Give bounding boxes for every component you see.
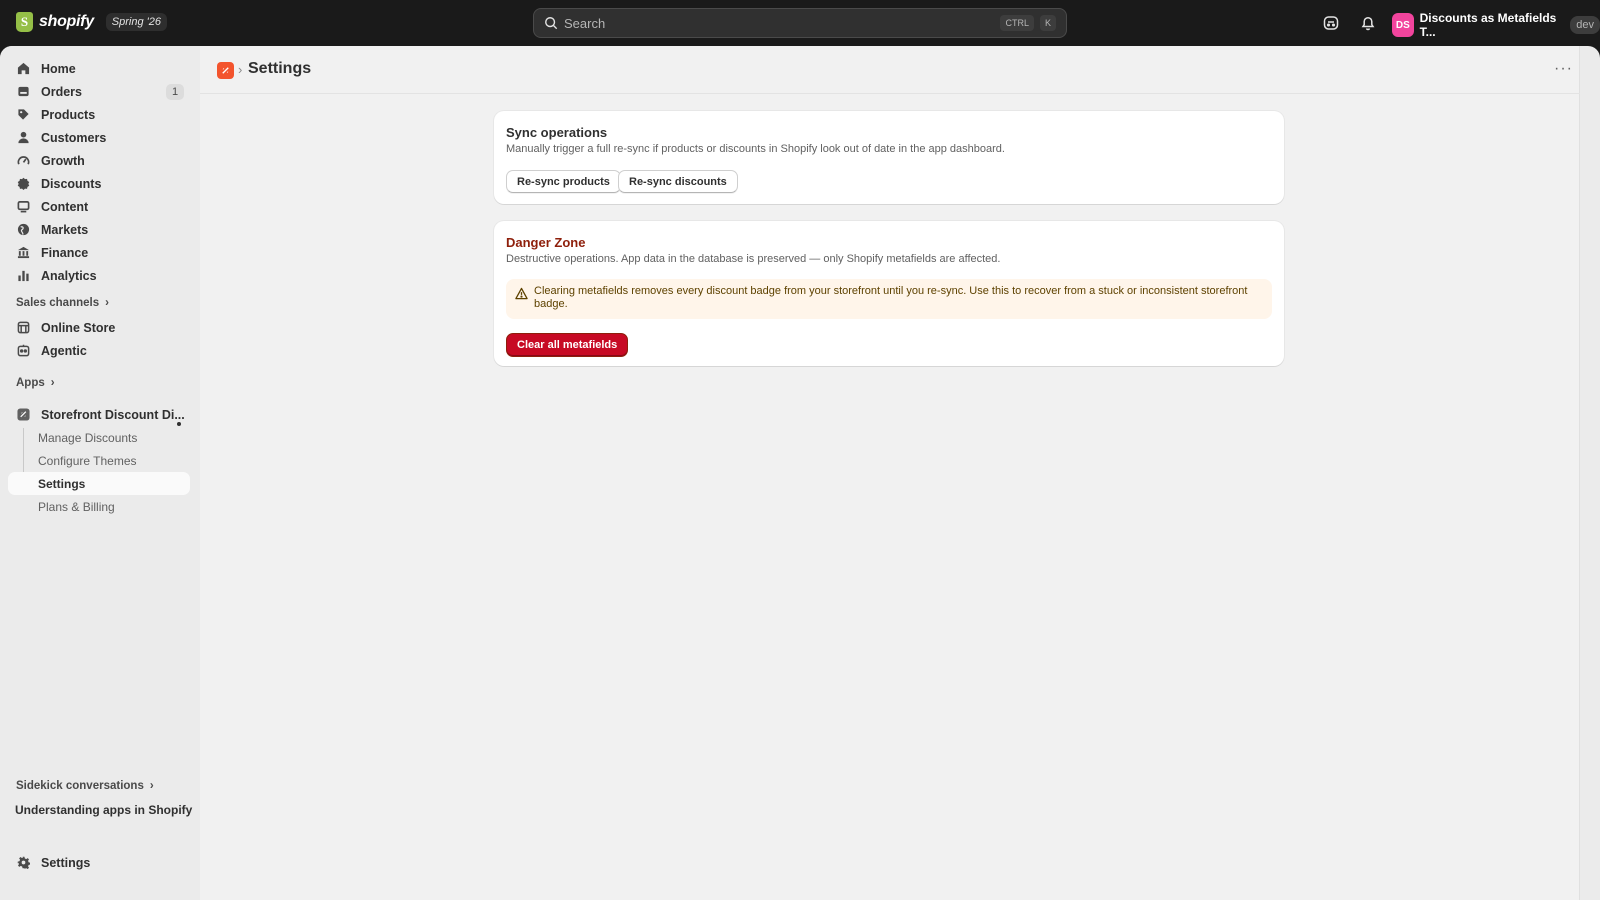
store-avatar: DS [1392, 13, 1414, 37]
bell-icon[interactable] [1359, 14, 1377, 32]
sidebar-item-growth[interactable]: Growth [8, 149, 190, 172]
sidebar-item-home[interactable]: Home [8, 57, 190, 80]
apps-section[interactable]: Apps › [16, 377, 55, 389]
sidebar-item-label: Markets [41, 222, 89, 237]
sync-operations-card: Sync operations Manually trigger a full … [494, 111, 1284, 204]
env-badge: dev [1570, 16, 1600, 34]
sidebar-item-products[interactable]: Products [8, 103, 190, 126]
sidebar-item-settings[interactable]: Settings [8, 851, 190, 874]
app-subitem-manage-discounts[interactable]: Manage Discounts [8, 426, 190, 449]
sidebar-item-customers[interactable]: Customers [8, 126, 190, 149]
warning-text-line-2: badge. [534, 298, 568, 310]
page-title: Settings [248, 60, 312, 77]
bar-chart-icon [18, 270, 29, 282]
chevron-right-icon: › [105, 297, 109, 309]
sidebar-item-content[interactable]: Content [8, 195, 190, 218]
shopify-bag-icon: S [16, 12, 33, 32]
logo-text: shopify [39, 13, 94, 30]
sidebar-item-label: Settings [41, 855, 91, 870]
search-input[interactable] [564, 15, 995, 31]
sales-channels-section[interactable]: Sales channels › [16, 297, 109, 309]
sidebar-item-finance[interactable]: Finance [8, 241, 190, 264]
breadcrumb-chevron-icon: › [238, 62, 243, 77]
chevron-right-icon: › [149, 780, 154, 792]
store-name: Discounts as Metafields T... [1419, 11, 1557, 39]
danger-zone-card: Danger Zone Destructive operations. App … [494, 221, 1284, 366]
person-icon [18, 131, 29, 144]
discount-tag-icon [222, 67, 229, 74]
sidebar-item-label: Agentic [41, 343, 87, 358]
gauge-icon [17, 156, 30, 165]
app-icon [17, 408, 30, 421]
sidekick-conversations-section[interactable]: Sidekick conversations › [16, 780, 154, 792]
store-switcher[interactable]: DS Discounts as Metafields T... dev [1392, 11, 1600, 39]
warning-banner: Clearing metafields removes every discou… [506, 279, 1272, 319]
sidebar-item-agentic[interactable]: Agentic [8, 339, 190, 362]
section-label: Apps [16, 377, 45, 389]
shortcut-ctrl: CTRL [1000, 15, 1034, 31]
section-label: Sales channels [16, 297, 100, 309]
sidekick-conversation-item[interactable]: Understanding apps in Shopify [15, 803, 192, 817]
discount-icon [17, 177, 30, 190]
bank-icon [17, 246, 30, 259]
sidekick-icon[interactable] [1322, 14, 1340, 32]
home-icon [17, 62, 30, 75]
search-bar[interactable]: CTRL K [533, 8, 1067, 38]
resync-products-button[interactable]: Re-sync products [506, 170, 621, 193]
tag-icon [18, 109, 29, 120]
sidebar-item-label: Finance [41, 245, 89, 260]
agentic-icon [17, 344, 30, 357]
sidebar-item-orders[interactable]: Orders 1 [8, 80, 190, 103]
more-actions-button[interactable]: ··· [1554, 60, 1573, 78]
shopify-logo[interactable]: S shopify Spring '26 [16, 12, 167, 32]
sidebar-item-storefront-app[interactable]: Storefront Discount Di... [8, 403, 190, 426]
gear-icon [17, 856, 30, 869]
card-title: Sync operations [506, 125, 608, 140]
store-icon [17, 321, 30, 334]
resync-discounts-button[interactable]: Re-sync discounts [618, 170, 738, 193]
warning-icon [515, 287, 528, 300]
main-content: › Settings ··· Sync operations Manually … [200, 46, 1580, 900]
search-icon [545, 17, 558, 30]
sidebar-item-label: Analytics [41, 268, 97, 283]
clear-all-metafields-button[interactable]: Clear all metafields [506, 333, 629, 357]
sidebar-item-label: Online Store [41, 320, 116, 335]
shortcut-k: K [1039, 15, 1056, 31]
sidebar: Home Orders 1 Products Customers Growth … [0, 46, 200, 900]
section-label: Sidekick conversations [16, 780, 144, 792]
card-description: Destructive operations. App data in the … [506, 253, 1001, 265]
sidebar-item-analytics[interactable]: Analytics [8, 264, 190, 287]
sidebar-item-label: Orders [41, 84, 82, 99]
sidebar-item-label: Home [41, 61, 76, 76]
main-frame: Home Orders 1 Products Customers Growth … [0, 46, 1600, 900]
app-subitem-plans-billing[interactable]: Plans & Billing [8, 495, 190, 518]
top-bar: S shopify Spring '26 CTRL K DS Discounts… [0, 0, 1600, 46]
sidebar-item-discounts[interactable]: Discounts [8, 172, 190, 195]
sidebar-item-label: Growth [41, 153, 85, 168]
sidebar-item-markets[interactable]: Markets [8, 218, 190, 241]
app-subitem-settings[interactable]: Settings [8, 472, 190, 495]
content-icon [17, 201, 30, 213]
page-header: › Settings ··· [200, 46, 1580, 94]
sidebar-item-online-store[interactable]: Online Store [8, 316, 190, 339]
app-subitem-configure-themes[interactable]: Configure Themes [8, 449, 190, 472]
globe-icon [17, 223, 30, 236]
orders-count-badge: 1 [166, 84, 184, 100]
sidebar-item-label: Products [41, 107, 96, 122]
card-description: Manually trigger a full re-sync if produ… [506, 143, 1005, 155]
sidebar-item-label: Content [41, 199, 89, 214]
app-breadcrumb-icon[interactable] [217, 62, 234, 79]
card-title: Danger Zone [506, 235, 586, 250]
sidebar-item-label: Storefront Discount Di... [41, 407, 185, 422]
warning-text-line-1: Clearing metafields removes every discou… [534, 285, 1248, 297]
sidebar-item-label: Discounts [41, 176, 102, 191]
sidebar-item-label: Customers [41, 130, 107, 145]
release-badge[interactable]: Spring '26 [105, 13, 167, 31]
orders-icon [18, 86, 29, 97]
chevron-right-icon: › [50, 377, 55, 389]
